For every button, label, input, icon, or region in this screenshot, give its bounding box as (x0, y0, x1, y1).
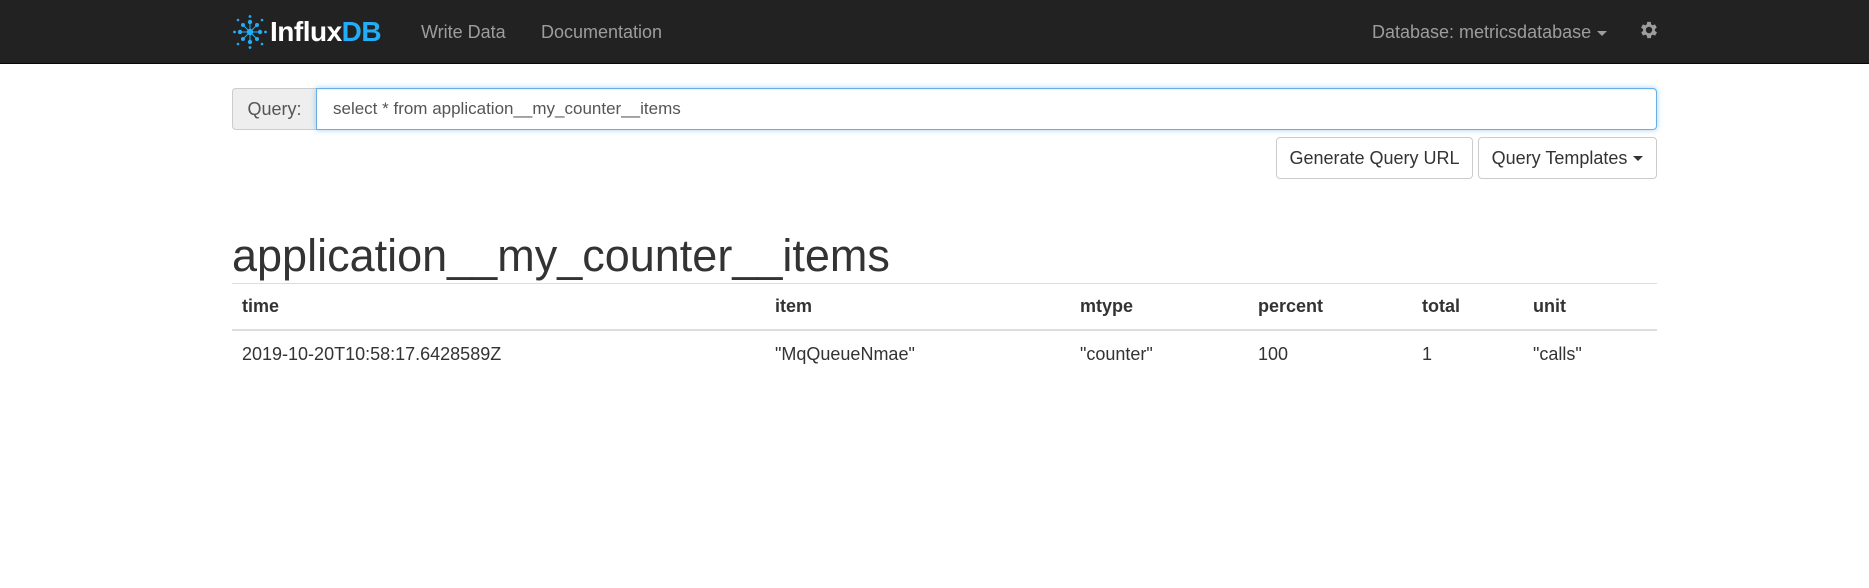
nav-write-data-link[interactable]: Write Data (421, 0, 506, 64)
column-header-total: total (1412, 283, 1523, 331)
query-input[interactable] (316, 88, 1657, 130)
gear-icon[interactable] (1638, 19, 1660, 41)
table-row: 2019-10-20T10:58:17.6428589Z "MqQueueNma… (232, 330, 1657, 378)
series-title: application__my_counter__items (232, 230, 890, 281)
query-templates-label: Query Templates (1491, 147, 1628, 168)
query-templates-button[interactable]: Query Templates (1478, 137, 1657, 179)
brand-name: InfluxDB (270, 16, 382, 47)
database-dropdown-label: Database: metricsdatabase (1372, 22, 1592, 42)
table-header-row: time item mtype percent total unit (232, 283, 1657, 331)
generate-query-url-button[interactable]: Generate Query URL (1276, 137, 1473, 179)
cell-total: 1 (1422, 343, 1433, 364)
cell-item: "MqQueueNmae" (775, 343, 915, 364)
cell-time: 2019-10-20T10:58:17.6428589Z (242, 343, 502, 364)
nav-documentation-link[interactable]: Documentation (541, 0, 662, 64)
caret-down-icon (1633, 155, 1644, 161)
column-header-time: time (232, 283, 765, 331)
caret-down-icon (1597, 30, 1608, 36)
query-input-group: Query: (232, 88, 1657, 130)
results-table: time item mtype percent total unit 2019-… (232, 283, 1657, 378)
column-header-unit: unit (1523, 283, 1657, 331)
influxdb-logo-icon (233, 15, 267, 49)
query-label: Query: (232, 88, 316, 130)
top-navbar: InfluxDB Write Data Documentation Databa… (0, 0, 1869, 64)
column-header-item: item (765, 283, 1070, 331)
brand-home-link[interactable]: InfluxDB (232, 12, 382, 52)
cell-unit: "calls" (1533, 343, 1582, 364)
database-dropdown[interactable]: Database: metricsdatabase (1372, 0, 1608, 64)
cell-percent: 100 (1258, 343, 1289, 364)
column-header-mtype: mtype (1070, 283, 1248, 331)
column-header-percent: percent (1248, 283, 1412, 331)
cell-mtype: "counter" (1080, 343, 1153, 364)
